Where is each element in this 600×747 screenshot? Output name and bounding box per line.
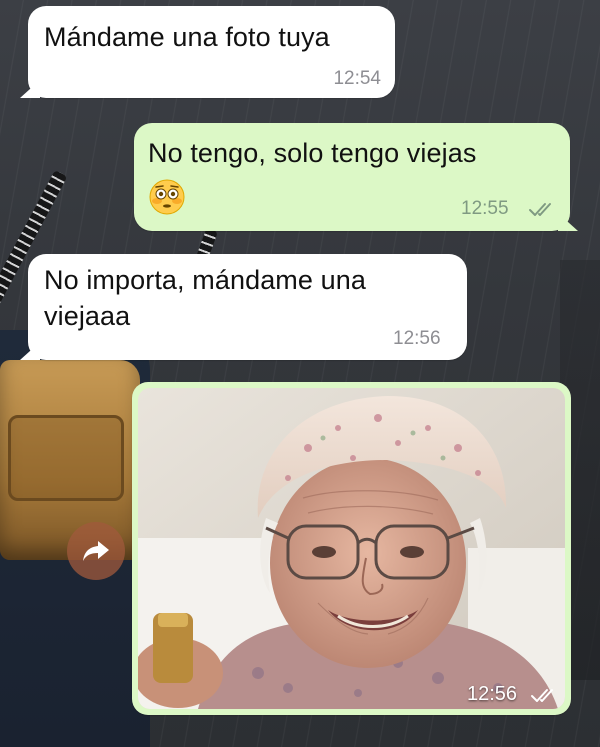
message-time: 12:56 xyxy=(467,683,518,705)
message-bubble-outgoing[interactable]: No tengo, solo tengo viejas 12:55 xyxy=(134,123,578,231)
wallpaper-backpack-pocket xyxy=(8,415,124,501)
double-check-icon xyxy=(529,203,551,216)
message-text: No importa, mándame una viejaaa xyxy=(44,265,366,331)
flushed-face-emoji xyxy=(148,178,186,221)
forward-button[interactable] xyxy=(67,522,125,580)
message-bubble-incoming[interactable]: No importa, mándame una viejaaa 12:56 xyxy=(20,254,467,360)
double-check-icon xyxy=(531,689,553,702)
message-bubble-incoming[interactable]: Mándame una foto tuya 12:54 xyxy=(20,6,395,98)
message-text: Mándame una foto tuya xyxy=(44,22,330,52)
message-time: 12:56 xyxy=(393,328,441,349)
forward-arrow-icon xyxy=(83,541,109,561)
elderly-woman-photo xyxy=(138,388,565,709)
message-time: 12:54 xyxy=(333,68,381,89)
message-text: No tengo, solo tengo viejas xyxy=(148,138,477,168)
image-message-bubble[interactable]: 12:56 xyxy=(132,382,571,715)
message-time: 12:55 xyxy=(461,198,509,219)
message-photo[interactable] xyxy=(138,388,565,709)
